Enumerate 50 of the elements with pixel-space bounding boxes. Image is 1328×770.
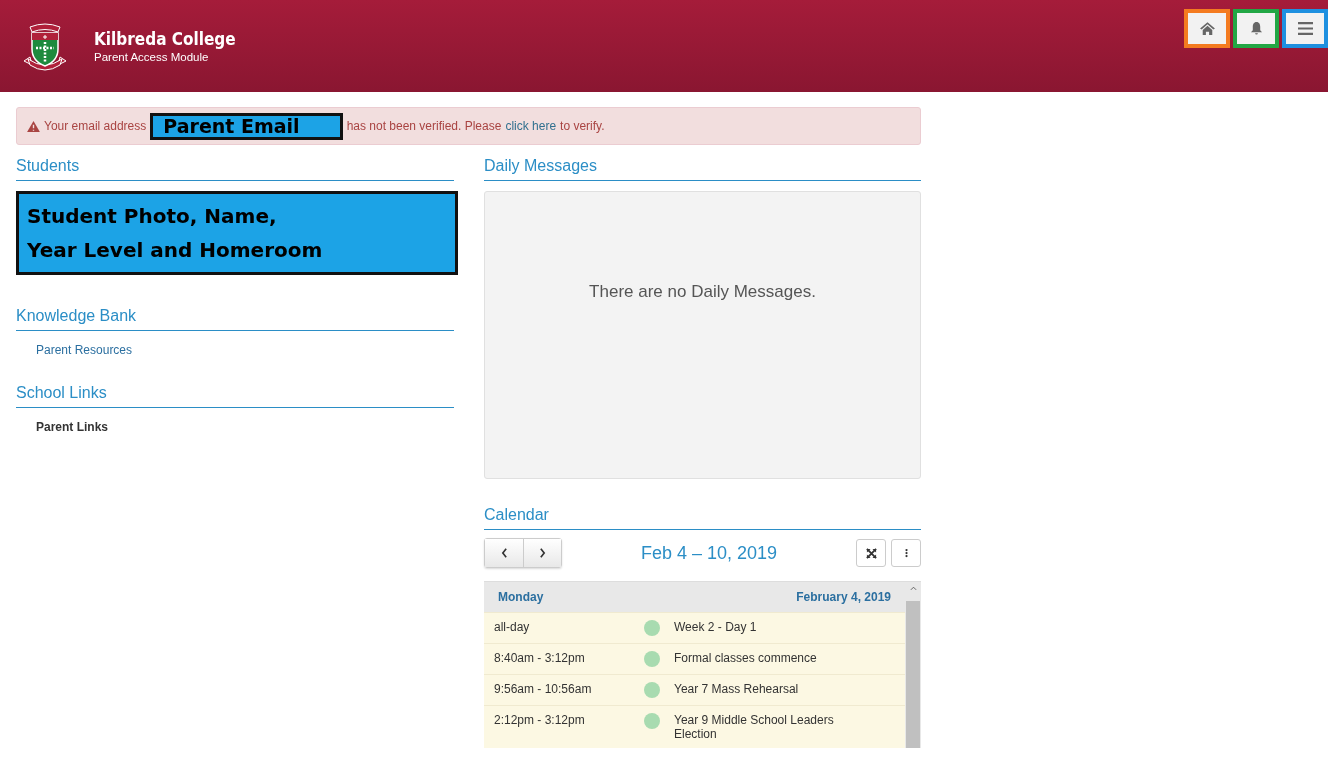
home-icon — [1198, 21, 1216, 36]
date-range: Feb 4 – 10, 2019 — [639, 542, 779, 564]
section-heading: School Links — [16, 384, 454, 408]
next-button[interactable] — [523, 539, 561, 567]
section-heading: Knowledge Bank — [16, 307, 454, 331]
scroll-up-icon — [909, 586, 917, 591]
event-time: all-day — [494, 620, 531, 634]
module-name: Parent Access Module — [94, 51, 210, 63]
redaction-text: Student Photo, Name, — [27, 203, 278, 230]
resource-link[interactable]: Parent Resources — [36, 343, 133, 357]
kebab-icon — [904, 548, 908, 558]
chevron-right-icon — [539, 548, 546, 558]
school-name: Kilbreda College — [94, 29, 236, 49]
section-heading: Daily Messages — [484, 157, 921, 181]
previous-button[interactable] — [485, 539, 523, 567]
event-row[interactable]: 9:56am - 10:56am Year 7 Mass Rehearsal — [484, 674, 905, 705]
expand-icon — [865, 547, 877, 559]
more-options-button[interactable] — [891, 539, 921, 567]
event-title: Formal classes commence — [674, 651, 818, 665]
menu-icon — [1297, 22, 1313, 35]
day-date: February 4, 2019 — [796, 590, 891, 604]
notifications-button[interactable] — [1233, 9, 1279, 48]
event-title: Year 9 Middle School Leaders Election — [674, 713, 835, 741]
expand-button[interactable] — [856, 539, 886, 567]
day-name: Monday — [498, 590, 544, 604]
menu-button[interactable] — [1282, 9, 1328, 48]
event-title: Year 7 Mass Rehearsal — [674, 682, 800, 696]
event-time: 9:56am - 10:56am — [494, 682, 593, 696]
empty-message: There are no Daily Messages. — [589, 282, 816, 303]
event-row[interactable]: all-day Week 2 - Day 1 — [484, 612, 905, 643]
alert-text: has not been verified. Please — [346, 119, 502, 133]
warning-icon — [27, 120, 40, 132]
parent-links-link[interactable]: Parent Links — [36, 420, 109, 434]
verify-link[interactable]: click here — [505, 119, 557, 133]
alert-text: to verify. — [560, 119, 605, 133]
bell-icon — [1249, 21, 1263, 36]
event-row[interactable]: 2:12pm - 3:12pm Year 9 Middle School Leaders Election — [484, 705, 905, 748]
home-button[interactable] — [1184, 9, 1230, 48]
section-heading: Students — [16, 157, 454, 181]
chevron-left-icon — [500, 548, 508, 558]
alert-text: Your email address — [44, 119, 147, 133]
event-title: Week 2 - Day 1 — [674, 620, 758, 634]
scrollbar-thumb[interactable] — [906, 601, 920, 748]
event-time: 8:40am - 3:12pm — [494, 651, 586, 665]
section-heading: Calendar — [484, 506, 921, 530]
redaction-text: Year Level and Homeroom — [27, 237, 324, 264]
event-row[interactable]: 8:40am - 3:12pm Formal classes commence — [484, 643, 905, 674]
event-time: 2:12pm - 3:12pm — [494, 713, 586, 727]
redaction-label: Parent Email — [150, 112, 343, 140]
scrollbar[interactable] — [905, 582, 921, 748]
